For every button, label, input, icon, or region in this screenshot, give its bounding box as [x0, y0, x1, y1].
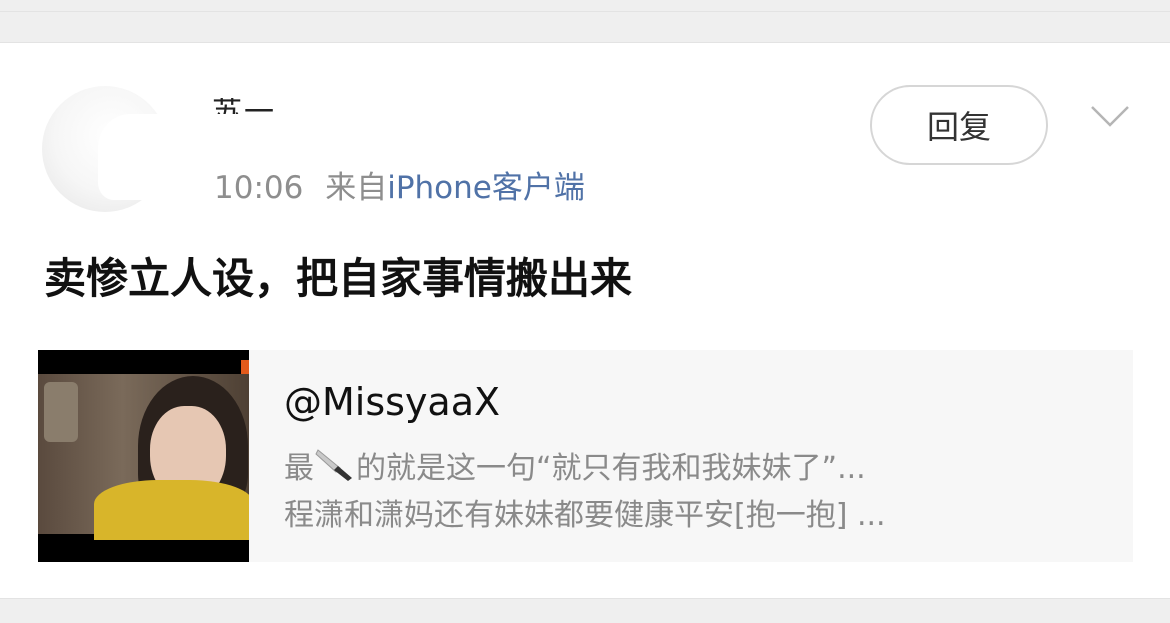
- quoted-text-line-2: 程潇和潇妈还有妹妹都要健康平安[抱一抱] ...: [284, 498, 886, 533]
- knife-emoji-icon: [315, 449, 352, 481]
- reply-button[interactable]: 回复: [870, 85, 1048, 165]
- quoted-text-line-1: 最 的就是这一句“就只有我和我妹妹了”...: [284, 446, 866, 489]
- bottom-separator-band: [0, 598, 1170, 623]
- from-prefix: 来自: [325, 170, 388, 206]
- chevron-down-icon[interactable]: [1090, 104, 1130, 128]
- post-time: 10:06: [214, 170, 304, 206]
- avatar-blur: [98, 114, 178, 200]
- avatar[interactable]: [42, 86, 178, 212]
- post-text: 卖惨立人设，把自家事情搬出来: [44, 254, 633, 303]
- post-meta: 10:06 来自iPhone客户端: [214, 168, 585, 208]
- video-thumbnail[interactable]: [38, 350, 249, 562]
- top-separator-band: [0, 0, 1170, 43]
- video-badge-icon: [241, 360, 249, 374]
- username[interactable]: 苏一: [212, 98, 276, 114]
- quoted-user-handle[interactable]: @MissyaaX: [284, 378, 500, 426]
- quoted-post-card[interactable]: @MissyaaX 最 的就是这一句“就只有我和我妹妹了”... 程潇和潇妈还有…: [38, 350, 1133, 562]
- post-source[interactable]: iPhone客户端: [387, 170, 585, 206]
